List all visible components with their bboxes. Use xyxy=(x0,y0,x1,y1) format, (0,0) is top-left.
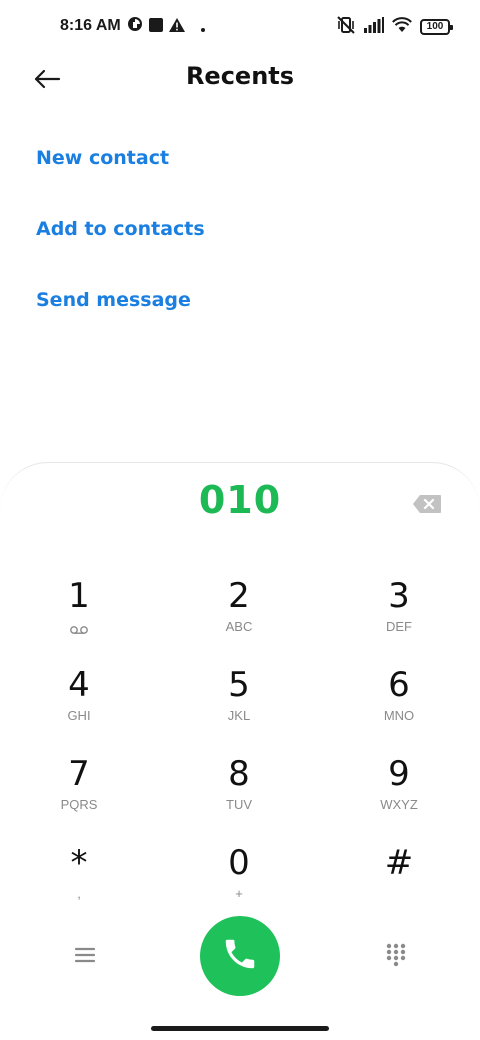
key-7[interactable]: 7 PQRS xyxy=(24,754,134,830)
menu-icon xyxy=(72,947,98,972)
key-digit: 7 xyxy=(68,754,90,794)
key-3[interactable]: 3 DEF xyxy=(344,576,454,652)
voicemail-icon xyxy=(24,620,134,639)
status-right: 100 xyxy=(336,16,453,38)
key-digit: 2 xyxy=(228,576,250,616)
key-4[interactable]: 4 GHI xyxy=(24,665,134,741)
backspace-button[interactable] xyxy=(412,494,442,514)
key-digit: 0 xyxy=(228,843,250,883)
page-title: Recents xyxy=(185,62,295,90)
key-letters: GHI xyxy=(67,708,91,723)
key-digit: 6 xyxy=(388,665,410,705)
key-letters: DEF xyxy=(386,619,412,634)
key-digit: 5 xyxy=(228,665,250,705)
media-icon xyxy=(127,16,143,36)
battery-icon: 100 xyxy=(420,19,453,35)
key-9[interactable]: 9 WXYZ xyxy=(344,754,454,830)
key-letters: MNO xyxy=(383,708,415,723)
menu-button[interactable] xyxy=(72,942,98,968)
key-5[interactable]: 5 JKL xyxy=(184,665,294,741)
key-digit: 9 xyxy=(388,754,410,794)
key-digit: * xyxy=(70,843,88,883)
phone-icon xyxy=(221,935,259,977)
key-6[interactable]: 6 MNO xyxy=(344,665,454,741)
key-digit: 1 xyxy=(68,576,90,616)
new-contact-link[interactable]: New contact xyxy=(36,147,169,169)
key-letters: PQRS xyxy=(60,797,98,812)
status-bar: 8:16 AM 100 xyxy=(0,0,480,54)
dialed-number: 010 xyxy=(198,478,282,522)
call-button[interactable] xyxy=(200,916,280,996)
key-letters: , xyxy=(77,886,81,901)
wifi-icon xyxy=(392,17,412,37)
key-hash[interactable]: # xyxy=(344,843,454,919)
key-0[interactable]: 0 + xyxy=(184,843,294,919)
status-left: 8:16 AM xyxy=(60,16,205,36)
key-star[interactable]: * , xyxy=(24,843,134,919)
send-message-link[interactable]: Send message xyxy=(36,289,191,311)
dot-icon xyxy=(200,17,205,36)
keypad-toggle-button[interactable] xyxy=(385,942,407,968)
key-letters: ABC xyxy=(225,619,253,634)
vibrate-off-icon xyxy=(336,16,356,38)
key-digit: 3 xyxy=(388,576,410,616)
key-digit: 8 xyxy=(228,754,250,794)
key-letters: JKL xyxy=(227,708,251,723)
key-2[interactable]: 2 ABC xyxy=(184,576,294,652)
add-to-contacts-link[interactable]: Add to contacts xyxy=(36,218,205,240)
key-digit: 4 xyxy=(68,665,90,705)
warning-icon xyxy=(168,17,185,36)
signal-icon xyxy=(364,17,384,37)
home-indicator[interactable] xyxy=(151,1026,329,1031)
square-notification-icon xyxy=(148,17,163,36)
key-letters: + xyxy=(235,886,243,901)
key-8[interactable]: 8 TUV xyxy=(184,754,294,830)
key-letters: TUV xyxy=(226,797,252,812)
key-letters: WXYZ xyxy=(380,797,418,812)
backspace-icon xyxy=(412,495,442,518)
status-time: 8:16 AM xyxy=(60,17,121,34)
keypad-icon xyxy=(385,943,407,972)
key-1[interactable]: 1 xyxy=(24,576,134,652)
key-digit: # xyxy=(384,843,414,883)
